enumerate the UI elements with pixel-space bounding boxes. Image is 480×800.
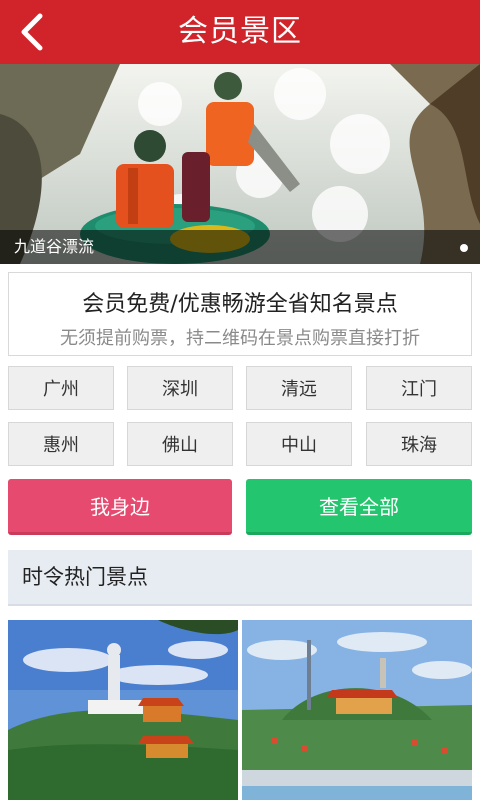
city-jiangmen[interactable]: 江门 [366, 366, 472, 410]
city-foshan[interactable]: 佛山 [127, 422, 233, 466]
city-guangzhou[interactable]: 广州 [8, 366, 114, 410]
city-huizhou[interactable]: 惠州 [8, 422, 114, 466]
attraction-image-buddha [8, 620, 238, 800]
app-header: 会员景区 [0, 0, 480, 64]
nearby-button[interactable]: 我身边 [8, 479, 232, 535]
city-zhuhai[interactable]: 珠海 [366, 422, 472, 466]
section-title: 时令热门景点 [22, 565, 148, 589]
membership-promo: 会员免费/优惠畅游全省知名景点 无须提前购票，持二维码在景点购票直接打折 [8, 272, 472, 356]
page-title: 会员景区 [178, 14, 302, 49]
promo-title: 会员免费/优惠畅游全省知名景点 [82, 292, 398, 317]
carousel-indicator-dot [460, 244, 468, 252]
attraction-card-1[interactable] [8, 620, 238, 800]
attraction-card-2[interactable] [242, 620, 472, 800]
attraction-image-park [242, 620, 472, 800]
hot-attractions-header: 时令热门景点 [8, 550, 472, 606]
view-all-button[interactable]: 查看全部 [246, 479, 472, 535]
city-qingyuan[interactable]: 清远 [246, 366, 352, 410]
rafting-banner[interactable]: 九道谷漂流 [0, 64, 480, 264]
city-zhongshan[interactable]: 中山 [246, 422, 352, 466]
banner-caption: 九道谷漂流 [0, 230, 480, 264]
promo-subtitle: 无须提前购票，持二维码在景点购票直接打折 [60, 328, 420, 349]
city-shenzhen[interactable]: 深圳 [127, 366, 233, 410]
